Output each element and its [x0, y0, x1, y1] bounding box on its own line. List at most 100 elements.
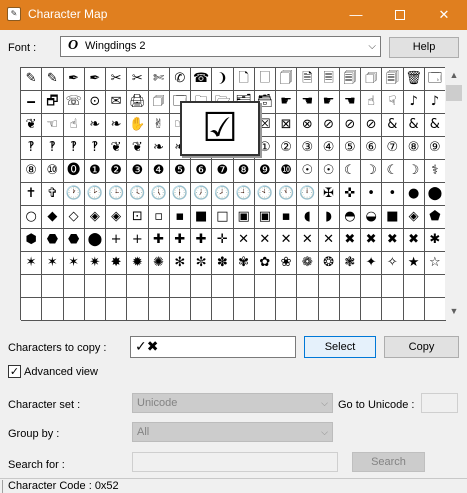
grid-cell[interactable]: ✜: [339, 183, 361, 206]
grid-cell[interactable]: ⑨: [424, 137, 446, 160]
grid-cell[interactable]: ❻: [191, 160, 213, 183]
grid-cell[interactable]: +: [127, 229, 149, 252]
grid-scrollbar[interactable]: ▲ ▼: [445, 67, 463, 320]
grid-cell[interactable]: ✖: [403, 229, 425, 252]
grid-cell[interactable]: [191, 298, 213, 321]
grid-cell[interactable]: ❿: [276, 160, 298, 183]
grid-cell[interactable]: ●: [403, 183, 425, 206]
grid-cell[interactable]: ☎: [191, 68, 213, 91]
grid-cell[interactable]: ⬤: [84, 229, 106, 252]
grid-cell[interactable]: ‽: [42, 137, 64, 160]
grid-cell[interactable]: 🕕: [169, 183, 191, 206]
grid-cell[interactable]: ❁: [297, 252, 319, 275]
grid-cell[interactable]: 🕓: [127, 183, 149, 206]
grid-cell[interactable]: [84, 275, 106, 298]
grid-cell[interactable]: [403, 298, 425, 321]
grid-cell[interactable]: ❦: [21, 114, 43, 137]
grid-cell[interactable]: ✱: [424, 229, 446, 252]
grid-cell[interactable]: ✄: [148, 68, 170, 91]
grid-cell[interactable]: 🕖: [191, 183, 213, 206]
grid-cell[interactable]: [84, 298, 106, 321]
search-button[interactable]: Search: [352, 452, 425, 472]
grid-cell[interactable]: 🕛: [297, 183, 319, 206]
grid-cell[interactable]: ❃: [339, 252, 361, 275]
grid-cell[interactable]: 🗎: [297, 68, 319, 91]
grid-cell[interactable]: ☛: [276, 91, 298, 114]
grid-cell[interactable]: [318, 298, 340, 321]
grid-cell[interactable]: [276, 298, 298, 321]
grid-cell[interactable]: [127, 275, 149, 298]
scroll-down-icon[interactable]: ▼: [445, 303, 463, 320]
grid-cell[interactable]: ✚: [191, 229, 213, 252]
characters-to-copy-input[interactable]: ✓✖: [130, 336, 296, 358]
minimize-button[interactable]: —: [334, 0, 378, 30]
grid-cell[interactable]: ◈: [403, 206, 425, 229]
grid-cell[interactable]: ☛: [318, 91, 340, 114]
scroll-up-icon[interactable]: ▲: [445, 67, 463, 84]
advanced-view-checkbox[interactable]: ✓: [8, 365, 21, 378]
search-input[interactable]: [132, 452, 338, 472]
grid-cell[interactable]: &: [403, 114, 425, 137]
grid-cell[interactable]: [63, 298, 85, 321]
grid-cell[interactable]: 🖨: [127, 91, 149, 114]
grid-cell[interactable]: ✕: [254, 229, 276, 252]
grid-cell[interactable]: ⊘: [361, 114, 383, 137]
grid-cell[interactable]: [21, 298, 43, 321]
grid-cell[interactable]: ▣: [233, 206, 255, 229]
grid-cell[interactable]: ◓: [339, 206, 361, 229]
grid-cell[interactable]: ⬤: [424, 183, 446, 206]
grid-cell[interactable]: ■: [382, 206, 404, 229]
grid-cell[interactable]: ♪: [424, 91, 446, 114]
grid-cell[interactable]: ✋: [127, 114, 149, 137]
grid-cell[interactable]: [21, 275, 43, 298]
grid-cell[interactable]: ✷: [84, 252, 106, 275]
grid-cell[interactable]: ▫: [148, 206, 170, 229]
grid-cell[interactable]: ☆: [424, 252, 446, 275]
grid-cell[interactable]: [403, 275, 425, 298]
grid-cell[interactable]: ▪: [276, 206, 298, 229]
grid-cell[interactable]: ☾: [382, 160, 404, 183]
grid-cell[interactable]: [106, 275, 128, 298]
grid-cell[interactable]: 🗇: [148, 91, 170, 114]
grid-cell[interactable]: ◇: [63, 206, 85, 229]
grid-cell[interactable]: ✕: [276, 229, 298, 252]
grid-cell[interactable]: ❶: [84, 160, 106, 183]
grid-cell[interactable]: ✦: [361, 252, 383, 275]
grid-cell[interactable]: ✿: [254, 252, 276, 275]
grid-cell[interactable]: 🕑: [84, 183, 106, 206]
grid-cell[interactable]: ☉: [297, 160, 319, 183]
grid-cell[interactable]: ☚: [339, 91, 361, 114]
grid-cell[interactable]: ✸: [106, 252, 128, 275]
grid-cell[interactable]: [424, 298, 446, 321]
scroll-thumb[interactable]: [446, 85, 462, 101]
grid-cell[interactable]: [382, 275, 404, 298]
grid-cell[interactable]: [169, 298, 191, 321]
grid-cell[interactable]: ⑦: [382, 137, 404, 160]
grid-cell[interactable]: ✎: [21, 68, 43, 91]
grid-cell[interactable]: [127, 298, 149, 321]
grid-cell[interactable]: ⬟: [424, 206, 446, 229]
grid-cell[interactable]: 🗋: [233, 68, 255, 91]
grid-cell[interactable]: ⬣: [42, 229, 64, 252]
grid-cell[interactable]: [297, 298, 319, 321]
grid-cell[interactable]: ✕: [297, 229, 319, 252]
grid-cell[interactable]: ☜: [42, 114, 64, 137]
grid-cell[interactable]: &: [382, 114, 404, 137]
grid-cell[interactable]: ☝: [63, 114, 85, 137]
grid-cell[interactable]: ✂: [127, 68, 149, 91]
grid-cell[interactable]: ☾: [339, 160, 361, 183]
grid-cell[interactable]: ❦: [127, 137, 149, 160]
grid-cell[interactable]: ◒: [361, 206, 383, 229]
grid-cell[interactable]: ✖: [361, 229, 383, 252]
grid-cell[interactable]: ‽: [63, 137, 85, 160]
grid-cell[interactable]: [339, 275, 361, 298]
grid-cell[interactable]: ⬣: [63, 229, 85, 252]
grid-cell[interactable]: ♪: [403, 91, 425, 114]
grid-cell[interactable]: ⊘: [318, 114, 340, 137]
grid-cell[interactable]: ⑩: [42, 160, 64, 183]
grid-cell[interactable]: ○: [21, 206, 43, 229]
grid-cell[interactable]: [63, 275, 85, 298]
grid-cell[interactable]: ▪: [169, 206, 191, 229]
grid-cell[interactable]: ❩: [212, 68, 234, 91]
grid-cell[interactable]: [42, 298, 64, 321]
